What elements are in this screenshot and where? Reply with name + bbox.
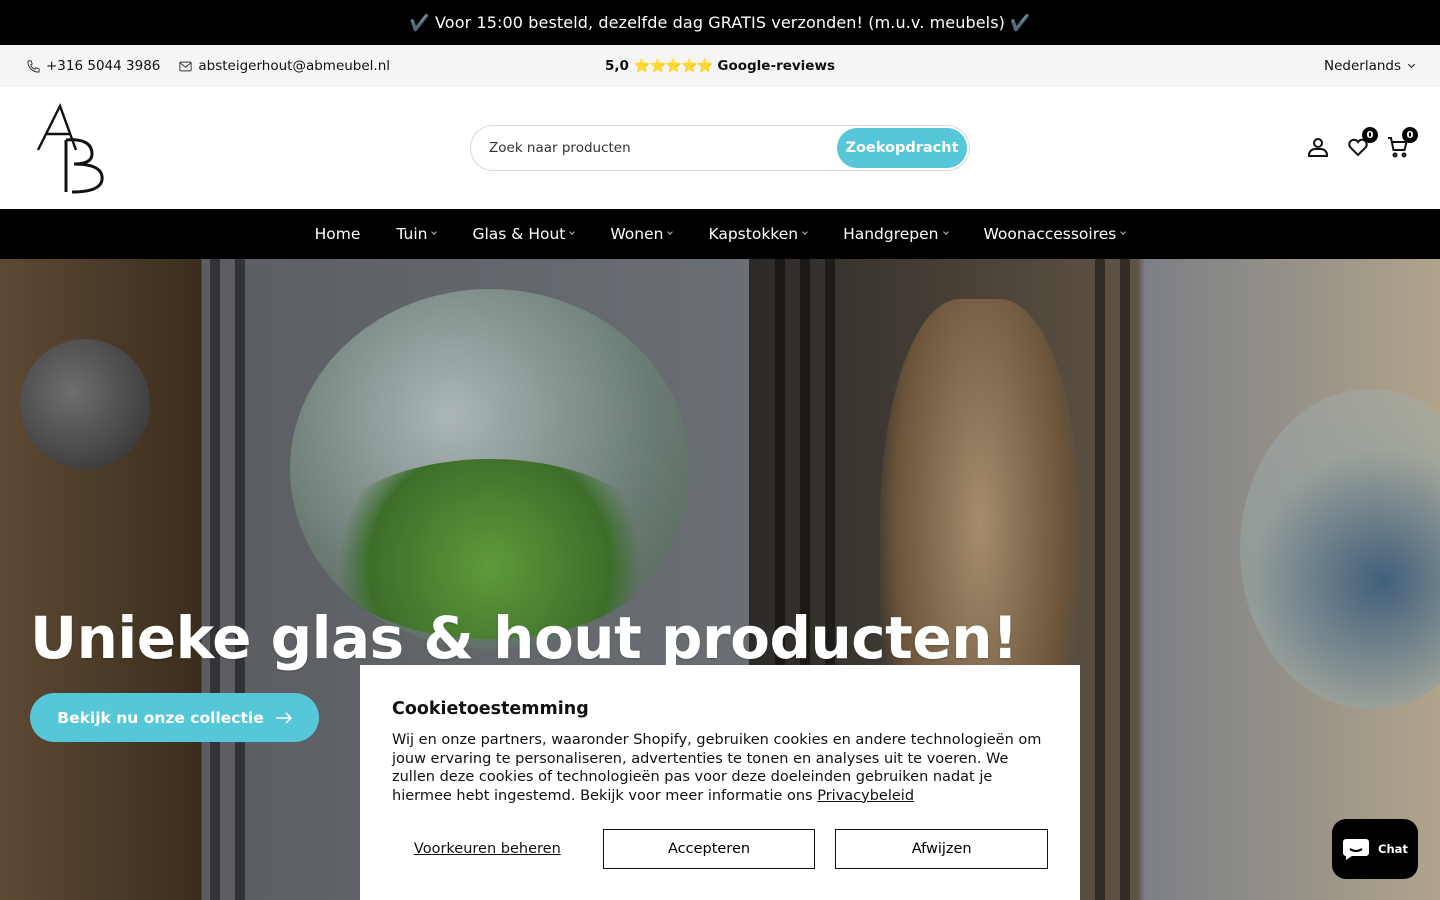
top-bar: +316 5044 3986 absteigerhout@abmeubel.nl… [0, 45, 1440, 87]
star-rating-icon: ⭐⭐⭐⭐⭐ [633, 58, 714, 74]
language-selector[interactable]: Nederlands [1323, 58, 1416, 74]
cookie-actions: Voorkeuren beheren Accepteren Afwijzen [392, 829, 1048, 869]
hero-slat [1120, 259, 1130, 900]
store-logo[interactable] [30, 100, 110, 196]
mail-icon [179, 61, 192, 71]
search-bar: Zoekopdracht [470, 125, 970, 171]
hero-glass-vase-image [20, 339, 150, 469]
manage-preferences-link[interactable]: Voorkeuren beheren [392, 841, 583, 857]
wishlist-count-badge: 0 [1362, 127, 1378, 143]
chat-button[interactable]: Chat [1332, 819, 1418, 879]
language-label: Nederlands [1323, 58, 1401, 74]
nav-label: Kapstokken [708, 225, 799, 243]
nav-item-woonaccessoires[interactable]: Woonaccessoires [966, 225, 1144, 243]
cta-label: Bekijk nu onze collectie [57, 708, 264, 727]
announcement-text: ✔️ Voor 15:00 besteld, dezelfde dag GRAT… [409, 13, 1031, 32]
account-button[interactable] [1306, 135, 1330, 159]
nav-label: Wonen [610, 225, 664, 243]
hero-slat [1095, 259, 1105, 900]
cookie-text: Wij en onze partners, waaronder Shopify,… [392, 731, 1048, 805]
decline-button[interactable]: Afwijzen [835, 829, 1048, 869]
hero-slat [235, 259, 245, 900]
nav-label: Home [314, 225, 361, 243]
cart-count-badge: 0 [1402, 127, 1418, 143]
cookie-body: Wij en onze partners, waaronder Shopify,… [392, 732, 1042, 804]
phone-number: +316 5044 3986 [46, 58, 161, 74]
nav-label: Tuin [396, 225, 428, 243]
cart-button[interactable]: 0 [1386, 127, 1418, 159]
cookie-title: Cookietoestemming [392, 699, 589, 719]
privacy-policy-link[interactable]: Privacybeleid [817, 788, 914, 804]
nav-item-kapstokken[interactable]: Kapstokken [690, 225, 825, 243]
nav-item-handgrepen[interactable]: Handgrepen [825, 225, 965, 243]
nav-label: Woonaccessoires [983, 225, 1117, 243]
nav-label: Handgrepen [843, 225, 939, 243]
rating-value: 5,0 [605, 58, 629, 74]
chevron-down-icon [1407, 60, 1416, 68]
reviews-label: Google-reviews [717, 58, 835, 74]
chevron-down-icon [1120, 229, 1127, 235]
hero-glass-globe-image [1240, 389, 1440, 709]
collection-cta-button[interactable]: Bekijk nu onze collectie [30, 693, 319, 742]
nav-item-tuin[interactable]: Tuin [378, 225, 454, 243]
site-header: Zoekopdracht 0 0 [0, 87, 1440, 209]
header-actions: 0 0 [1306, 127, 1418, 159]
phone-link[interactable]: +316 5044 3986 [26, 58, 160, 74]
email-address: absteigerhout@abmeubel.nl [198, 58, 391, 74]
hero-title: Unieke glas & hout producten! [30, 604, 1018, 672]
logo-mark-icon [36, 102, 104, 194]
chevron-down-icon [569, 229, 576, 235]
chat-label: Chat [1378, 842, 1408, 856]
cookie-consent-dialog: Cookietoestemming Wij en onze partners, … [360, 665, 1080, 900]
arrow-right-icon [275, 711, 292, 724]
user-icon [1308, 138, 1328, 157]
email-link[interactable]: absteigerhout@abmeubel.nl [178, 58, 390, 74]
phone-icon [27, 59, 40, 73]
nav-item-wonen[interactable]: Wonen [592, 225, 690, 243]
search-button[interactable]: Zoekopdracht [837, 128, 967, 168]
hero-slat [210, 259, 220, 900]
chevron-down-icon [667, 229, 674, 235]
search-input[interactable] [489, 140, 837, 156]
nav-item-glas-hout[interactable]: Glas & Hout [454, 225, 592, 243]
chevron-down-icon [942, 229, 949, 235]
chevron-down-icon [802, 229, 808, 235]
accept-button[interactable]: Accepteren [602, 829, 816, 869]
chat-bubble-icon [1343, 839, 1370, 860]
nav-item-home[interactable]: Home [297, 225, 379, 243]
announcement-bar: ✔️ Voor 15:00 besteld, dezelfde dag GRAT… [0, 0, 1440, 45]
chevron-down-icon [431, 229, 438, 235]
wishlist-button[interactable]: 0 [1346, 127, 1378, 159]
main-navigation: Home Tuin Glas & Hout Wonen Kapstokken H… [0, 209, 1440, 259]
contact-info: +316 5044 3986 absteigerhout@abmeubel.nl [26, 58, 390, 74]
nav-label: Glas & Hout [472, 225, 566, 243]
